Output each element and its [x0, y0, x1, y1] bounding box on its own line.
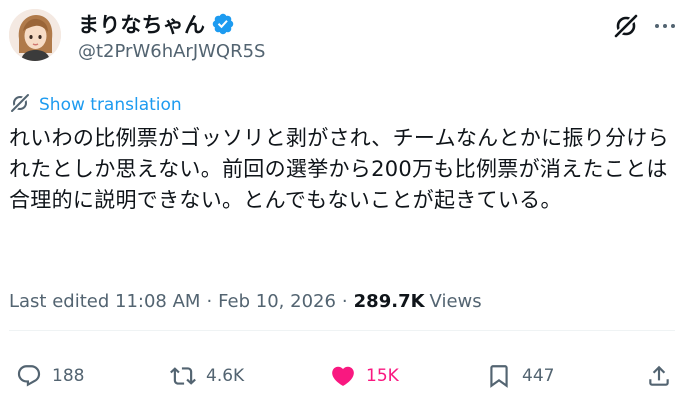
verified-badge-icon[interactable]	[211, 12, 235, 36]
edited-time[interactable]: Last edited 11:08 AM	[9, 291, 200, 312]
user-handle[interactable]: @t2PrW6hArJWQR5S	[78, 41, 265, 62]
share-button[interactable]	[646, 360, 672, 392]
bookmark-count: 447	[522, 366, 555, 386]
name-row: まりなちゃん	[78, 10, 235, 38]
divider	[9, 330, 675, 331]
views-label: Views	[429, 290, 482, 312]
retweet-count: 4.6K	[206, 366, 245, 386]
show-translation-link[interactable]: Show translation	[9, 94, 182, 116]
retweet-button[interactable]: 4.6K	[170, 360, 244, 392]
tweet: まりなちゃん @t2PrW6hArJWQR5S Show translation…	[0, 0, 684, 400]
reply-count: 188	[52, 366, 85, 386]
meta-separator: ·	[341, 290, 348, 312]
reply-button[interactable]: 188	[16, 360, 84, 392]
avatar[interactable]	[9, 9, 61, 61]
translate-icon	[9, 92, 31, 118]
tweet-text: れいわの比例票がゴッソリと剥がされ、チームなんとかに振り分けられたとしか思えない…	[9, 126, 669, 212]
heart-icon	[330, 363, 356, 389]
bookmark-button[interactable]: 447	[486, 360, 554, 392]
views-count: 289.7K	[353, 290, 425, 312]
grok-icon[interactable]	[612, 12, 640, 40]
tweet-date[interactable]: Feb 10, 2026	[218, 291, 336, 312]
retweet-icon	[170, 363, 196, 389]
share-icon	[646, 363, 672, 389]
reply-icon	[16, 363, 42, 389]
show-translation-label: Show translation	[39, 95, 182, 115]
more-icon[interactable]	[651, 12, 679, 40]
like-button[interactable]: 15K	[330, 360, 399, 392]
tweet-meta: Last edited 11:08 AM · Feb 10, 2026 · 28…	[9, 288, 482, 314]
bookmark-icon	[486, 363, 512, 389]
like-count: 15K	[366, 366, 399, 386]
avatar-illustration	[9, 9, 61, 61]
display-name[interactable]: まりなちゃん	[78, 9, 205, 39]
meta-separator: ·	[206, 290, 213, 312]
